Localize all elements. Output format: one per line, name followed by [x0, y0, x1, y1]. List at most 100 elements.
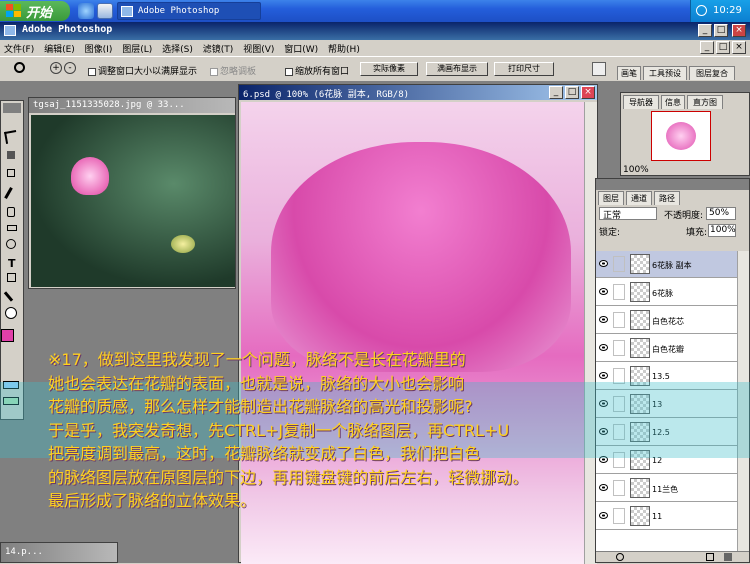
move-tool-icon[interactable]: [4, 130, 18, 144]
taskbar-photoshop[interactable]: Adobe Photoshop: [117, 2, 261, 20]
fill-input[interactable]: 100%: [708, 224, 736, 237]
tutorial-line: ※17，做到这里我发现了一个问题，脉络不是长在花瓣里的: [48, 350, 466, 369]
print-size-button[interactable]: 打印尺寸: [494, 62, 554, 76]
clock: 10:29: [713, 5, 742, 16]
menu-bar: 文件(F) 编辑(E) 图像(I) 图层(L) 选择(S) 滤镜(T) 视图(V…: [0, 40, 750, 56]
toolbox-header[interactable]: [3, 103, 21, 113]
petal-image: [271, 142, 571, 372]
dodge-tool-icon[interactable]: [6, 239, 16, 249]
doc1-canvas[interactable]: [31, 115, 235, 287]
link-icon[interactable]: [613, 284, 625, 300]
tab-paths[interactable]: 路径: [654, 191, 680, 205]
layer-thumbnail: [630, 310, 650, 330]
layers-panel-header[interactable]: [596, 179, 749, 190]
blend-mode-value: 正常: [603, 211, 622, 221]
maximize-button[interactable]: □: [714, 24, 728, 37]
eye-icon[interactable]: [599, 288, 608, 295]
eye-icon[interactable]: [599, 260, 608, 267]
toolbox: T: [0, 100, 24, 420]
eye-icon[interactable]: [599, 512, 608, 519]
tab-tool-presets[interactable]: 工具预设: [643, 66, 687, 80]
menu-select[interactable]: 选择(S): [162, 45, 193, 55]
blend-mode-select[interactable]: 正常: [599, 207, 657, 221]
tab-histogram[interactable]: 直方图: [687, 95, 723, 109]
start-label: 开始: [26, 6, 53, 21]
tutorial-line: 于是乎，我突发奇想，先CTRL+J复制一个脉络图层，再CTRL+U: [48, 420, 510, 440]
close-button[interactable]: ×: [732, 24, 746, 37]
zoom-all-checkbox[interactable]: 缩放所有窗口: [285, 64, 349, 77]
resize-window-checkbox[interactable]: 调整窗口大小以满屏显示: [88, 64, 197, 77]
navigator-thumbnail[interactable]: [651, 111, 711, 161]
zoom-tool-icon[interactable]: [14, 62, 25, 73]
doc2-maximize-button[interactable]: □: [565, 86, 579, 99]
layer-thumbnail: [630, 282, 650, 302]
eraser-tool-icon[interactable]: [7, 225, 17, 231]
tab-navigator[interactable]: 导航器: [623, 95, 659, 109]
actual-pixels-button[interactable]: 实际像素: [360, 62, 418, 76]
desktop-icon[interactable]: [97, 3, 113, 19]
tab-layers[interactable]: 图层: [598, 191, 624, 205]
ignore-palettes-checkbox[interactable]: 忽略调板: [210, 64, 256, 77]
document-window-3[interactable]: 14.p...: [0, 542, 118, 563]
zoom-tool-active-icon[interactable]: [5, 307, 17, 319]
menu-help[interactable]: 帮助(H): [328, 45, 360, 55]
type-tool-icon[interactable]: T: [8, 257, 16, 270]
tab-brushes[interactable]: 画笔: [617, 66, 641, 80]
navigator-zoom[interactable]: 100%: [623, 165, 649, 175]
doc-minimize-button[interactable]: _: [700, 41, 714, 54]
doc2-close-button[interactable]: ×: [581, 86, 595, 99]
tutorial-line: 花瓣的质感，那么怎样才能制造出花瓣脉络的高光和投影呢?: [48, 397, 473, 416]
foreground-color-swatch[interactable]: [1, 329, 14, 342]
start-button[interactable]: 开始: [0, 1, 70, 21]
opacity-input[interactable]: 50%: [706, 207, 736, 220]
tab-info[interactable]: 信息: [661, 95, 685, 109]
menu-file[interactable]: 文件(F): [4, 45, 34, 55]
ignore-palettes-label: 忽略调板: [220, 67, 257, 77]
ie-icon[interactable]: [78, 3, 94, 19]
menu-layer[interactable]: 图层(L): [122, 45, 152, 55]
layer-row[interactable]: 6花脉: [596, 279, 737, 306]
volume-icon[interactable]: [696, 5, 707, 16]
doc2-minimize-button[interactable]: _: [549, 86, 563, 99]
wand-tool-icon[interactable]: [7, 151, 15, 159]
trash-icon[interactable]: [724, 553, 732, 561]
tutorial-line: 她也会表达在花瓣的表面，也就是说，脉络的大小也会影响: [48, 373, 465, 393]
palette-well-icon[interactable]: [592, 62, 606, 76]
fill-label: 填充:: [686, 228, 708, 238]
eye-icon[interactable]: [599, 316, 608, 323]
tutorial-line: 把亮度调到最高，这时，花瓣脉络就变成了白色，我们把白色: [48, 444, 481, 463]
eyedropper-tool-icon[interactable]: [3, 291, 14, 302]
layer-row[interactable]: 6花脉 副本: [596, 251, 737, 278]
brush-tool-icon[interactable]: [4, 187, 13, 199]
minimize-button[interactable]: _: [698, 24, 712, 37]
layer-row[interactable]: 白色花芯: [596, 307, 737, 334]
menu-filter[interactable]: 滤镜(T): [203, 45, 234, 55]
shape-tool-icon[interactable]: [7, 273, 16, 282]
new-layer-icon[interactable]: [706, 553, 714, 561]
nav-preview-image: [666, 122, 696, 150]
menu-view[interactable]: 视图(V): [243, 45, 274, 55]
link-icon[interactable]: [613, 312, 625, 328]
resize-window-label: 调整窗口大小以满屏显示: [98, 67, 198, 77]
layer-style-icon[interactable]: [616, 553, 624, 561]
crop-tool-icon[interactable]: [7, 169, 15, 177]
brush-link-icon[interactable]: [613, 256, 625, 272]
tab-channels[interactable]: 通道: [626, 191, 652, 205]
taskbar-task-label: Adobe Photoshop: [138, 6, 220, 16]
stamp-tool-icon[interactable]: [7, 207, 15, 217]
lotus-flower-image: [71, 157, 109, 195]
doc-restore-button[interactable]: □: [716, 41, 730, 54]
layers-footer: [596, 551, 749, 562]
zoom-in-icon[interactable]: +: [50, 62, 62, 74]
menu-image[interactable]: 图像(I): [85, 45, 113, 55]
layer-thumbnail: [630, 254, 650, 274]
menu-window[interactable]: 窗口(W): [284, 45, 318, 55]
fit-screen-button[interactable]: 满画布显示: [426, 62, 488, 76]
tab-layer-comps[interactable]: 图层复合: [689, 66, 735, 80]
seedpod-image: [171, 235, 195, 253]
doc1-title: tgsaj_1151335028.jpg @ 33...: [29, 98, 235, 113]
zoom-out-icon[interactable]: -: [64, 62, 76, 74]
doc-close-button[interactable]: ×: [732, 41, 746, 54]
document-window-1[interactable]: tgsaj_1151335028.jpg @ 33...: [28, 97, 236, 289]
menu-edit[interactable]: 编辑(E): [44, 45, 75, 55]
